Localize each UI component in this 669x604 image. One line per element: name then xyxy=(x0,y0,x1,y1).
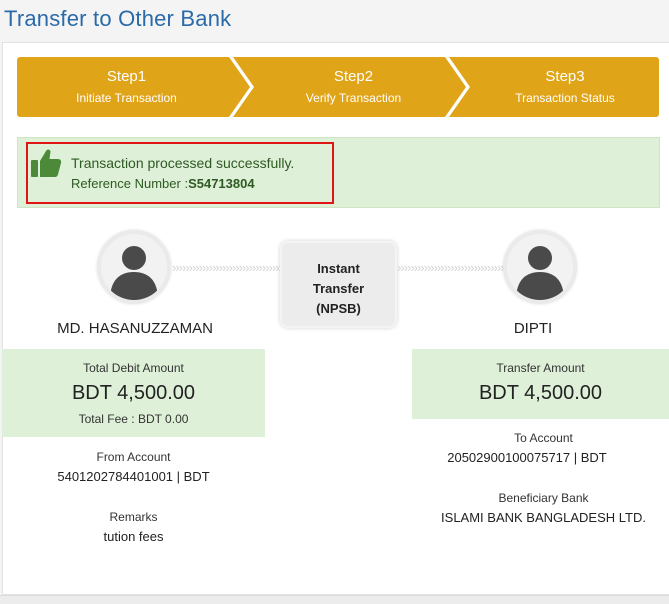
remarks-value: tution fees xyxy=(103,529,164,544)
step-3-subtitle: Transaction Status xyxy=(515,91,615,105)
beneficiary-bank-label: Beneficiary Bank xyxy=(498,491,589,505)
total-fee: Total Fee : BDT 0.00 xyxy=(2,412,265,426)
flow-arrows-left: ››››››››››››››››››››››››››››››››››› xyxy=(172,262,282,274)
total-fee-value: BDT 0.00 xyxy=(137,412,189,426)
transfer-mode-box: Instant Transfer (NPSB) xyxy=(280,241,397,328)
step-3-title: Step3 xyxy=(545,68,585,85)
beneficiary-bank-value: ISLAMI BANK BANGLADESH LTD. xyxy=(441,510,646,525)
total-debit-box: Total Debit Amount BDT 4,500.00 Total Fe… xyxy=(2,349,265,437)
step-3: Step3 Transaction Status xyxy=(449,57,659,117)
step-2-subtitle: Verify Transaction xyxy=(305,91,402,105)
sender-avatar xyxy=(97,230,171,304)
transfer-mode-line-1: Instant xyxy=(317,261,360,276)
sender-name: MD. HASANUZZAMAN xyxy=(57,320,213,337)
step-1-subtitle: Initiate Transaction xyxy=(76,91,177,105)
step-2: Step2 Verify Transaction xyxy=(233,57,466,117)
from-account-label: From Account xyxy=(96,450,171,464)
user-silhouette-icon xyxy=(516,246,564,300)
reference-label: Reference Number : xyxy=(71,176,189,191)
user-silhouette-icon xyxy=(110,246,158,300)
flow-arrows-right: ››››››››››››››››››››››››››››››››››› xyxy=(397,262,505,274)
step-2-title: Step2 xyxy=(333,68,374,85)
step-1-title: Step1 xyxy=(106,68,147,85)
receiver-avatar xyxy=(503,230,577,304)
from-account-value: 5401202784401001 | BDT xyxy=(57,469,210,484)
total-debit-amount: BDT 4,500.00 xyxy=(71,382,196,404)
reference-line: Reference Number :S54713804 xyxy=(71,176,255,191)
highlight-box xyxy=(26,142,334,204)
page-title: Transfer to Other Bank xyxy=(4,6,232,31)
transfer-mode-line-3: (NPSB) xyxy=(316,301,361,316)
total-debit-label: Total Debit Amount xyxy=(83,361,184,375)
step-1: Step1 Initiate Transaction xyxy=(17,57,250,117)
transfer-amount: BDT 4,500.00 xyxy=(478,382,603,404)
receiver-name: DIPTI xyxy=(513,320,553,337)
thumbs-up-icon xyxy=(30,148,62,178)
remarks-label: Remarks xyxy=(109,510,158,524)
to-account-label: To Account xyxy=(514,431,573,445)
transfer-mode-line-2: Transfer xyxy=(312,281,365,296)
transfer-status-page: Transfer to Other Bank Step1 Initiate Tr… xyxy=(0,0,669,604)
reference-number: S54713804 xyxy=(188,176,255,191)
transfer-amount-label: Transfer Amount xyxy=(496,361,585,375)
stepper: Step1 Initiate Transaction Step2 Verify … xyxy=(17,57,659,117)
transfer-amount-box: Transfer Amount BDT 4,500.00 xyxy=(412,349,669,419)
to-account-value: 20502900100075717 | BDT xyxy=(447,450,607,465)
status-message: Transaction processed successfully. xyxy=(71,155,295,171)
total-fee-label: Total Fee : xyxy=(78,412,135,426)
footer-strip xyxy=(0,595,669,604)
